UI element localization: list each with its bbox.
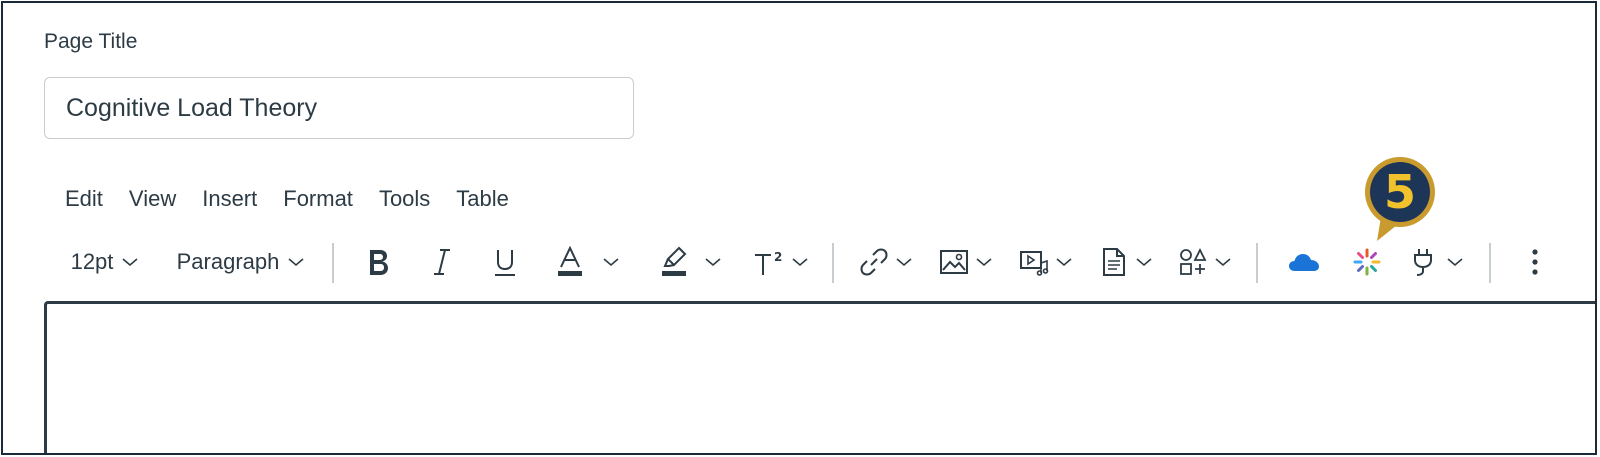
font-size-value: 12pt [70, 249, 114, 274]
chevron-down-icon [1056, 258, 1072, 267]
text-color-button[interactable] [548, 239, 628, 285]
spark-button[interactable] [1347, 239, 1387, 285]
svg-text:2: 2 [774, 250, 782, 264]
toolbar-separator [332, 243, 334, 283]
chevron-down-icon [896, 258, 912, 267]
spark-icon [1353, 248, 1381, 276]
block-format-dropdown[interactable]: Paragraph [171, 239, 311, 285]
font-size-dropdown[interactable]: 12pt [62, 239, 148, 285]
superscript-icon: 2 [755, 250, 782, 275]
callout-number: 5 [1383, 165, 1416, 219]
italic-button[interactable] [421, 239, 463, 285]
more-options-icon [1532, 249, 1538, 275]
step-callout: 5 [1363, 155, 1437, 241]
text-color-icon [558, 246, 582, 276]
menu-insert[interactable]: Insert [189, 183, 270, 215]
media-button[interactable] [1014, 239, 1078, 285]
chevron-down-icon [792, 258, 808, 267]
chevron-down-icon [122, 258, 138, 267]
toolbar-separator [1489, 243, 1491, 283]
block-format-value: Paragraph [176, 249, 280, 274]
chevron-down-icon [705, 258, 721, 267]
link-icon [860, 248, 888, 276]
page-title-input[interactable] [44, 77, 634, 139]
italic-icon [434, 249, 450, 275]
link-button[interactable] [854, 239, 918, 285]
underline-icon [495, 250, 515, 276]
menu-tools[interactable]: Tools [366, 183, 443, 215]
bold-button[interactable] [358, 239, 400, 285]
onedrive-icon [1289, 254, 1319, 271]
document-icon [1103, 248, 1125, 276]
apps-icon [1180, 247, 1207, 275]
chevron-down-icon [1215, 258, 1231, 267]
image-button[interactable] [934, 239, 998, 285]
menu-format[interactable]: Format [270, 183, 366, 215]
document-button[interactable] [1096, 239, 1158, 285]
bold-icon [370, 250, 388, 275]
plugin-button[interactable] [1405, 239, 1469, 285]
superscript-button[interactable]: 2 [748, 239, 814, 285]
onedrive-button[interactable] [1284, 239, 1324, 285]
plug-icon [1414, 249, 1432, 276]
more-options-button[interactable] [1519, 239, 1551, 285]
toolbar-separator [1256, 243, 1258, 283]
editor-frame: Page Title Edit View Insert Format Tools… [1, 1, 1597, 455]
chevron-down-icon [603, 258, 619, 267]
menubar: Edit View Insert Format Tools Table [52, 183, 522, 215]
rich-content-editor-body[interactable] [44, 301, 1595, 453]
apps-button[interactable] [1173, 239, 1237, 285]
menu-table[interactable]: Table [443, 183, 522, 215]
chevron-down-icon [1447, 258, 1463, 267]
underline-button[interactable] [484, 239, 526, 285]
chevron-down-icon [1136, 258, 1152, 267]
highlight-icon [662, 246, 687, 276]
image-icon [940, 250, 968, 274]
toolbar-separator [832, 243, 834, 283]
highlight-color-button[interactable] [653, 239, 729, 285]
menu-edit[interactable]: Edit [52, 183, 116, 215]
menu-view[interactable]: View [116, 183, 189, 215]
page-title-label: Page Title [44, 30, 138, 53]
media-icon [1020, 251, 1049, 276]
chevron-down-icon [976, 258, 992, 267]
editor-toolbar: 12pt Paragraph 2 [3, 239, 1595, 285]
chevron-down-icon [288, 258, 304, 267]
